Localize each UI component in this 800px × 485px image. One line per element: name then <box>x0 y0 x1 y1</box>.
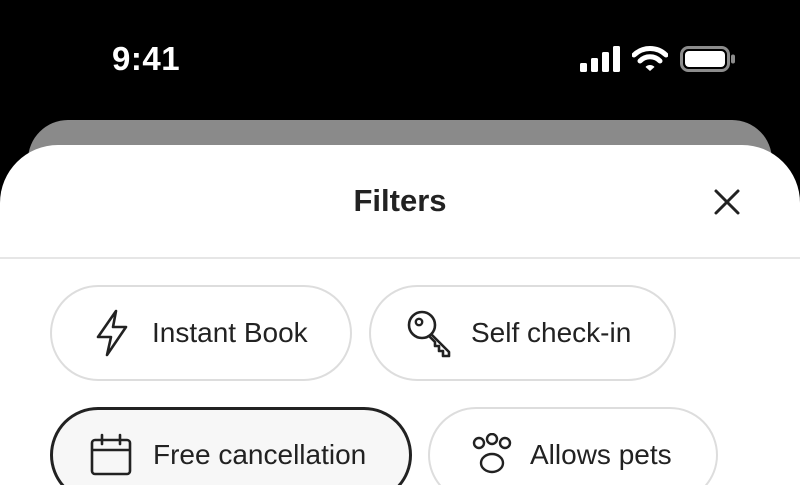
calendar-icon <box>89 433 133 477</box>
self-check-in-chip[interactable]: Self check-in <box>369 285 676 381</box>
close-icon <box>712 187 742 222</box>
allows-pets-label: Allows pets <box>530 439 672 470</box>
battery-icon <box>680 46 736 72</box>
wifi-icon <box>632 46 668 72</box>
filters-sheet: Filters Instant Book Self check-in Free … <box>0 145 800 485</box>
instant-book-chip[interactable]: Instant Book <box>50 285 352 381</box>
lightning-bolt-icon <box>94 309 130 357</box>
paw-icon <box>470 433 514 477</box>
self-check-in-label: Self check-in <box>471 317 632 348</box>
allows-pets-chip[interactable]: Allows pets <box>428 407 718 485</box>
status-icons <box>580 46 736 72</box>
sheet-title: Filters <box>353 183 447 218</box>
key-icon <box>405 308 455 358</box>
free-cancellation-label: Free cancellation <box>153 439 367 470</box>
free-cancellation-chip[interactable]: Free cancellation <box>50 407 412 485</box>
close-button[interactable] <box>705 182 749 226</box>
cellular-signal-icon <box>580 46 622 72</box>
sheet-header: Filters <box>0 145 800 259</box>
instant-book-label: Instant Book <box>152 317 308 348</box>
status-time: 9:41 <box>112 40 181 77</box>
status-bar: 9:41 <box>0 0 800 120</box>
